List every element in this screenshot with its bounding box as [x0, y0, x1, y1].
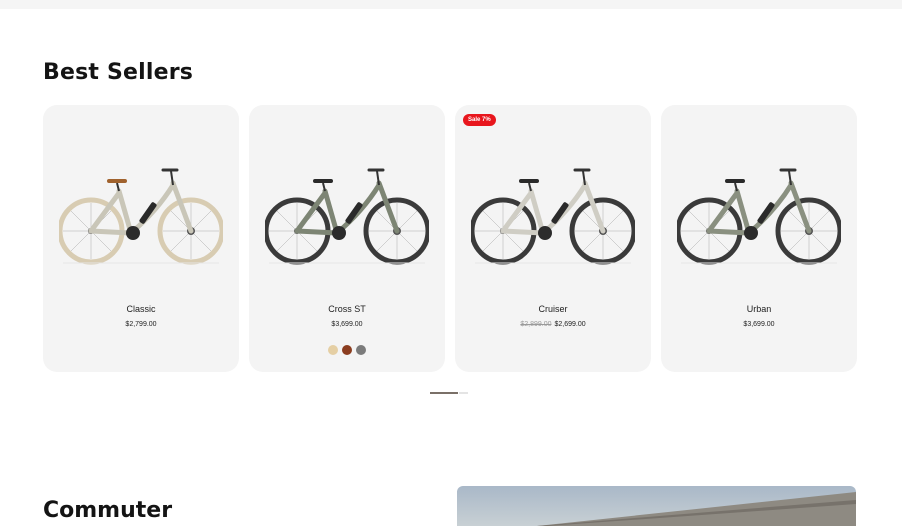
product-price: $3,699.00	[743, 321, 775, 328]
product-card-cross-st[interactable]: Cross ST $3,699.00	[249, 105, 445, 372]
bike-image	[265, 165, 429, 265]
color-swatches	[249, 345, 445, 355]
sale-badge: Sale 7%	[463, 114, 496, 126]
color-swatch-rust[interactable]	[342, 345, 352, 355]
product-card-urban[interactable]: Urban $3,699.00	[661, 105, 857, 372]
bike-image	[59, 165, 223, 265]
product-card-cruiser[interactable]: Sale 7% Cruiser $2,899.00 $2,699.00	[455, 105, 651, 372]
bike-image	[677, 165, 841, 265]
product-price: $3,699.00	[331, 321, 363, 328]
sale-price: $2,699.00	[554, 321, 586, 328]
carousel-page-1[interactable]	[430, 392, 458, 394]
commuter-hero-image	[457, 486, 856, 526]
bike-image	[471, 165, 635, 265]
section-title: Best Sellers	[43, 60, 194, 85]
product-card-classic[interactable]: Classic $2,799.00	[43, 105, 239, 372]
color-swatch-sand[interactable]	[328, 345, 338, 355]
commuter-section-title: Commuter	[43, 498, 173, 523]
carousel-pagination	[430, 392, 468, 394]
product-name[interactable]: Urban	[661, 304, 857, 314]
product-name[interactable]: Cruiser	[455, 304, 651, 314]
color-swatch-grey[interactable]	[356, 345, 366, 355]
product-name[interactable]: Classic	[43, 304, 239, 314]
product-price: $2,899.00 $2,699.00	[455, 321, 651, 328]
product-name[interactable]: Cross ST	[249, 304, 445, 314]
carousel-page-2[interactable]	[459, 392, 468, 394]
top-bar	[0, 0, 902, 9]
original-price: $2,899.00	[520, 321, 552, 328]
product-price: $2,799.00	[125, 321, 157, 328]
